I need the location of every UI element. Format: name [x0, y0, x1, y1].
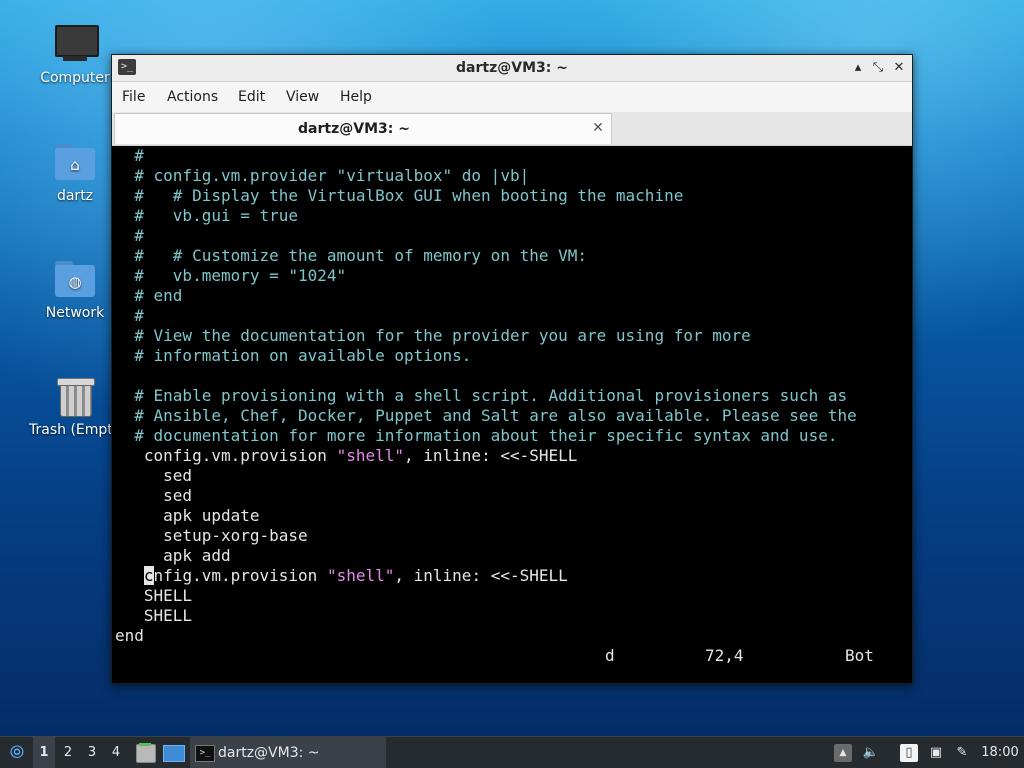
tab-bar: dartz@VM3: ~ ✕ [112, 112, 912, 146]
home-folder-icon: ⌂ [53, 140, 97, 184]
workspace-1[interactable]: 1 [33, 737, 55, 768]
window-title: dartz@VM3: ~ [456, 60, 568, 76]
menu-help[interactable]: Help [340, 82, 372, 112]
desktop-icon-label: dartz [56, 188, 94, 204]
code-text: config.vm.provision [115, 446, 337, 465]
workspace-2[interactable]: 2 [57, 737, 79, 768]
terminal-line: # Ansible, Chef, Docker, Puppet and Salt… [115, 406, 857, 425]
terminal-line: setup-xorg-base [115, 526, 308, 545]
tray-expand-icon[interactable]: ▲ [834, 744, 852, 762]
taskbar-task-label: dartz@VM3: ~ [218, 745, 320, 761]
terminal-output[interactable]: # # config.vm.provider "virtualbox" do |… [112, 146, 912, 683]
minimize-icon[interactable]: ▴ [848, 58, 868, 78]
updates-icon[interactable]: ✎ [953, 744, 971, 762]
terminal-line: apk add [115, 546, 231, 565]
trash-icon [53, 374, 97, 418]
tab-close-icon[interactable]: ✕ [589, 119, 607, 137]
computer-icon [53, 22, 99, 66]
network-folder-icon: ◍ [53, 257, 97, 301]
code-string: "shell" [326, 566, 395, 585]
desktop-icon-network[interactable]: ◍ Network [25, 257, 125, 321]
terminal-line: # information on available options. [115, 346, 472, 365]
desktop-icon-trash[interactable]: Trash (Empty) [25, 374, 125, 438]
desktop-icon-label: Network [45, 305, 105, 321]
network-icon[interactable]: ▣ [927, 744, 945, 762]
desktop-icon-label: Trash (Empty) [29, 422, 125, 438]
terminal-line: SHELL [115, 586, 193, 605]
terminal-line: # View the documentation for the provide… [115, 326, 751, 345]
desktop-icon-computer[interactable]: Computer [25, 22, 125, 86]
clock[interactable]: 18:00 [978, 737, 1022, 768]
taskbar-task-terminal[interactable]: >_ dartz@VM3: ~ [190, 737, 386, 768]
vim-command-status: d [605, 646, 615, 665]
code-text: , inline: <<-SHELL [404, 446, 578, 465]
terminal-line: # documentation for more information abo… [115, 426, 838, 445]
terminal-line: end [115, 626, 144, 645]
code-string: "shell" [336, 446, 404, 465]
file-manager-icon[interactable] [133, 737, 157, 768]
workspace-4[interactable]: 4 [105, 737, 127, 768]
terminal-line: sed [115, 486, 193, 505]
terminal-line: sed [115, 466, 193, 485]
start-menu-icon[interactable]: ⦾ [4, 737, 30, 768]
terminal-line: # Enable provisioning with a shell scrip… [115, 386, 848, 405]
maximize-icon[interactable]: ⤡ [868, 58, 888, 78]
terminal-line: # # Customize the amount of memory on th… [115, 246, 588, 265]
terminal-line: # [115, 226, 144, 245]
terminal-line: # end [115, 286, 183, 305]
taskbar: ⦾ 1 2 3 4 >_ dartz@VM3: ~ ▲ 🔈 ▯ ▣ ✎ 18:0… [0, 736, 1024, 768]
terminal-window: >_ dartz@VM3: ~ ▴ ⤡ ✕ File Actions Edit … [111, 54, 913, 684]
clipboard-icon[interactable]: ▯ [900, 744, 918, 762]
terminal-task-icon: >_ [195, 745, 215, 762]
menu-view[interactable]: View [286, 82, 319, 112]
menu-actions[interactable]: Actions [167, 82, 218, 112]
workspace-3[interactable]: 3 [81, 737, 103, 768]
menu-file[interactable]: File [122, 82, 145, 112]
show-desktop-icon[interactable] [160, 737, 186, 768]
volume-icon[interactable]: 🔈 [862, 744, 880, 762]
desktop: Computer ⌂ dartz ◍ Network Trash (Empty)… [0, 0, 1024, 768]
terminal-line: SHELL [115, 606, 193, 625]
vim-cursor-position: 72,4 [705, 646, 744, 665]
terminal-line: apk update [115, 506, 260, 525]
code-text: , inline: <<-SHELL [394, 566, 568, 585]
tab-label: dartz@VM3: ~ [298, 121, 410, 137]
code-text: nfig.vm.provision [153, 566, 327, 585]
terminal-line: # vb.gui = true [115, 206, 299, 225]
text-cursor: c [143, 566, 154, 585]
vim-scroll-position: Bot [845, 646, 874, 665]
terminal-line: # # Display the VirtualBox GUI when boot… [115, 186, 684, 205]
close-icon[interactable]: ✕ [889, 58, 909, 78]
menu-edit[interactable]: Edit [238, 82, 265, 112]
tab-terminal[interactable]: dartz@VM3: ~ ✕ [114, 113, 612, 144]
window-titlebar[interactable]: >_ dartz@VM3: ~ ▴ ⤡ ✕ [112, 55, 912, 82]
terminal-line: # [115, 146, 144, 165]
menu-bar: File Actions Edit View Help [112, 82, 912, 112]
terminal-line-cursor: cnfig.vm.provision "shell", inline: <<-S… [115, 566, 568, 586]
desktop-icon-label: Computer [40, 70, 110, 86]
terminal-line: # vb.memory = "1024" [115, 266, 347, 285]
terminal-line: # [115, 306, 144, 325]
terminal-line: # config.vm.provider "virtualbox" do |vb… [115, 166, 530, 185]
terminal-line: config.vm.provision "shell", inline: <<-… [115, 446, 578, 466]
desktop-icon-home[interactable]: ⌂ dartz [25, 140, 125, 204]
